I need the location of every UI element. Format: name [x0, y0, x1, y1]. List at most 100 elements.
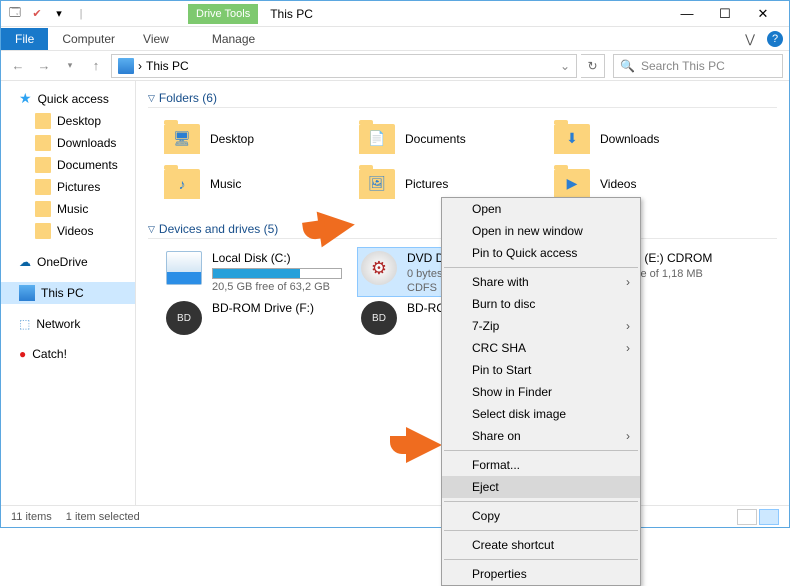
qat-properties-icon[interactable]: 🗔	[5, 4, 25, 24]
folder-icon	[35, 179, 51, 195]
folder-icon	[35, 135, 51, 151]
folder-icon: 🖥	[164, 124, 200, 154]
nav-videos[interactable]: Videos	[1, 220, 135, 242]
drive-local-c[interactable]: Local Disk (C:)20,5 GB free of 63,2 GB	[162, 247, 357, 297]
folder-icon: ⬇	[554, 124, 590, 154]
folder-desktop[interactable]: 🖥 Desktop	[162, 116, 357, 161]
quick-access-toolbar: 🗔 ✔ ▾ |	[5, 4, 91, 24]
maximize-button[interactable]: ☐	[715, 6, 735, 22]
annotation-arrow-icon	[317, 207, 358, 248]
nav-network[interactable]: ⬚Network	[1, 314, 135, 334]
status-item-count: 11 items	[11, 511, 52, 523]
close-button[interactable]: ✕	[753, 6, 773, 22]
search-icon: 🔍	[620, 59, 635, 73]
drive-free: 20,5 GB free of 63,2 GB	[212, 280, 342, 294]
tab-computer[interactable]: Computer	[48, 28, 129, 50]
breadcrumb-dropdown-icon[interactable]: ⌄	[560, 59, 570, 73]
folder-icon	[35, 113, 51, 129]
dvd-icon: ⚙	[361, 251, 397, 285]
tab-file[interactable]: File	[1, 28, 48, 50]
nav-documents[interactable]: Documents	[1, 154, 135, 176]
nav-label: Documents	[57, 158, 118, 172]
tab-manage[interactable]: Manage	[198, 28, 269, 50]
menu-show-finder[interactable]: Show in Finder	[442, 381, 640, 403]
pc-icon	[19, 285, 35, 301]
qat-item-icon[interactable]: ✔	[27, 4, 47, 24]
nav-quick-access[interactable]: ★Quick access	[1, 87, 135, 110]
folder-label: Videos	[600, 177, 636, 191]
drive-name: BD-ROM Drive (F:)	[212, 301, 314, 317]
menu-create-shortcut[interactable]: Create shortcut	[442, 534, 640, 556]
folder-music[interactable]: ♪Music	[162, 161, 357, 206]
menu-eject[interactable]: Eject	[442, 476, 640, 498]
bd-icon: BD	[361, 301, 397, 335]
annotation-arrow-icon	[406, 427, 442, 463]
folder-icon	[35, 157, 51, 173]
qat-more-icon[interactable]: |	[71, 4, 91, 24]
tab-view[interactable]: View	[129, 28, 183, 50]
nav-thispc[interactable]: This PC	[1, 282, 135, 304]
folder-downloads[interactable]: ⬇Downloads	[552, 116, 747, 161]
usage-bar	[212, 268, 342, 279]
drive-bdrom-f[interactable]: BD BD-ROM Drive (F:)	[162, 297, 357, 347]
status-bar: 11 items 1 item selected	[1, 505, 789, 527]
nav-downloads[interactable]: Downloads	[1, 132, 135, 154]
refresh-button[interactable]: ↻	[581, 54, 605, 78]
window-title: This PC	[270, 7, 313, 21]
menu-copy[interactable]: Copy	[442, 505, 640, 527]
search-input[interactable]: 🔍 Search This PC	[613, 54, 783, 78]
group-folders-header[interactable]: ▽Folders (6)	[148, 91, 777, 108]
folder-icon: ▶	[554, 169, 590, 199]
nav-pictures[interactable]: Pictures	[1, 176, 135, 198]
menu-properties[interactable]: Properties	[442, 563, 640, 585]
nav-label: This PC	[41, 286, 84, 300]
status-selected-count: 1 item selected	[66, 511, 140, 523]
nav-music[interactable]: Music	[1, 198, 135, 220]
nav-label: Videos	[57, 224, 93, 238]
folder-icon: 🖼	[359, 169, 395, 199]
menu-open[interactable]: Open	[442, 198, 640, 220]
nav-catch[interactable]: ●Catch!	[1, 344, 135, 364]
folder-label: Desktop	[210, 132, 254, 146]
cloud-icon: ☁	[19, 255, 31, 269]
titlebar: 🗔 ✔ ▾ | Drive Tools This PC ― ☐ ✕	[1, 1, 789, 27]
menu-7zip[interactable]: 7-Zip›	[442, 315, 640, 337]
view-tiles-button[interactable]	[759, 509, 779, 525]
minimize-button[interactable]: ―	[677, 6, 697, 22]
catch-icon: ●	[19, 347, 26, 361]
nav-recent-icon[interactable]: ▾	[59, 55, 81, 77]
folder-icon	[35, 201, 51, 217]
nav-label: Pictures	[57, 180, 100, 194]
submenu-arrow-icon: ›	[626, 429, 630, 443]
menu-crc-sha[interactable]: CRC SHA›	[442, 337, 640, 359]
ribbon-expand-icon[interactable]: ⋁	[739, 32, 761, 46]
nav-onedrive[interactable]: ☁OneDrive	[1, 252, 135, 272]
menu-separator	[444, 530, 638, 531]
menu-open-new-window[interactable]: Open in new window	[442, 220, 640, 242]
chevron-down-icon: ▽	[148, 224, 155, 235]
help-icon[interactable]: ?	[767, 31, 783, 47]
menu-separator	[444, 501, 638, 502]
menu-format[interactable]: Format...	[442, 454, 640, 476]
folder-label: Pictures	[405, 177, 448, 191]
menu-share-with[interactable]: Share with›	[442, 271, 640, 293]
nav-up-button[interactable]: ↑	[85, 55, 107, 77]
nav-forward-button[interactable]: →	[33, 55, 55, 77]
menu-pin-quick-access[interactable]: Pin to Quick access	[442, 242, 640, 264]
view-details-button[interactable]	[737, 509, 757, 525]
nav-back-button[interactable]: ←	[7, 55, 29, 77]
menu-separator	[444, 450, 638, 451]
nav-desktop[interactable]: Desktop	[1, 110, 135, 132]
qat-dropdown-icon[interactable]: ▾	[49, 4, 69, 24]
breadcrumb-location[interactable]: This PC	[146, 59, 189, 73]
drive-tools-tab[interactable]: Drive Tools	[188, 4, 258, 24]
breadcrumb[interactable]: › This PC ⌄	[111, 54, 577, 78]
folder-documents[interactable]: 📄Documents	[357, 116, 552, 161]
menu-burn[interactable]: Burn to disc	[442, 293, 640, 315]
menu-pin-start[interactable]: Pin to Start	[442, 359, 640, 381]
menu-separator	[444, 267, 638, 268]
search-placeholder: Search This PC	[641, 59, 725, 73]
menu-select-disk-image[interactable]: Select disk image	[442, 403, 640, 425]
menu-share-on[interactable]: Share on›	[442, 425, 640, 447]
folder-icon	[35, 223, 51, 239]
